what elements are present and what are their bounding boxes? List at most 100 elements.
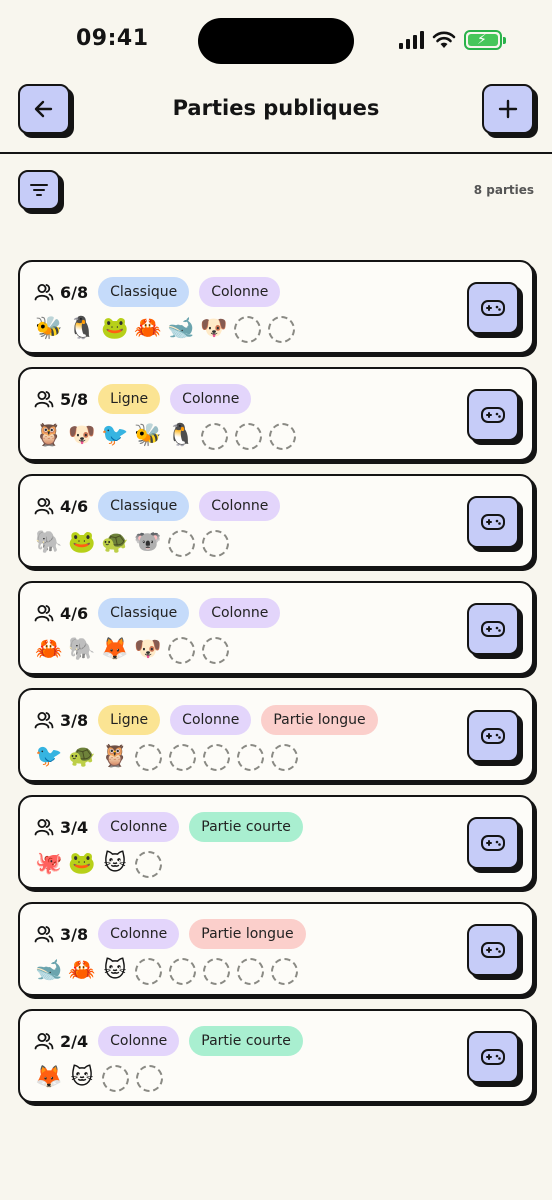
game-mode-tag: Ligne	[98, 384, 161, 414]
game-info-row: 4/6 Classique Colonne	[34, 597, 290, 629]
users-icon	[34, 284, 54, 301]
users-icon	[34, 605, 54, 622]
game-info-row: 6/8 Classique Colonne	[34, 276, 290, 308]
players-count-label: 5/8	[60, 389, 89, 409]
player-avatar-icon: 🐝	[134, 423, 162, 448]
empty-player-slot	[169, 743, 196, 771]
empty-player-slot	[136, 1064, 163, 1092]
users-icon	[34, 391, 54, 408]
player-avatar-icon: 🐦	[101, 423, 129, 448]
game-card[interactable]: 6/8 Classique Colonne 🐝 🐧 🐸 🦀 🐋 🐶	[18, 260, 534, 354]
gamepad-icon	[481, 1049, 505, 1065]
player-avatar-icon: 🦀	[134, 316, 162, 341]
player-avatar-icon: 🐱	[103, 851, 127, 876]
game-mode-tag: Colonne	[98, 812, 180, 842]
join-game-button[interactable]	[467, 282, 519, 334]
player-avatar-icon: 🐘	[35, 530, 63, 555]
game-info-row: 2/4 Colonne Partie courte	[34, 1025, 313, 1057]
gamepad-icon	[481, 942, 505, 958]
player-avatar-icon: 🐶	[200, 316, 228, 341]
add-game-button[interactable]	[482, 84, 534, 134]
join-game-button[interactable]	[467, 924, 519, 976]
players-count: 4/6	[34, 604, 88, 623]
empty-player-slot	[168, 636, 195, 664]
game-info-row: 3/8 Colonne Partie longue	[34, 918, 316, 950]
empty-player-slot	[271, 957, 298, 985]
players-count: 5/8	[34, 390, 88, 409]
game-mode-tag: Partie longue	[189, 919, 306, 949]
game-card[interactable]: 3/4 Colonne Partie courte 🐙 🐸 🐱	[18, 795, 534, 889]
game-info-row: 3/4 Colonne Partie courte	[34, 811, 313, 843]
game-mode-tag: Colonne	[199, 598, 281, 628]
game-card[interactable]: 3/8 Ligne Colonne Partie longue 🐦 🐢 🦉	[18, 688, 534, 782]
game-mode-tag: Ligne	[98, 705, 161, 735]
users-icon	[34, 498, 54, 515]
game-card[interactable]: 4/6 Classique Colonne 🐘 🐸 🐢 🐨	[18, 474, 534, 568]
join-game-button[interactable]	[467, 389, 519, 441]
empty-player-slot	[135, 743, 162, 771]
player-avatar-icon: 🦉	[35, 423, 63, 448]
status-time: 09:41	[76, 26, 149, 51]
players-count-label: 3/8	[60, 924, 89, 944]
game-mode-tag: Colonne	[98, 919, 180, 949]
players-count-label: 6/8	[60, 282, 89, 302]
player-avatar-icon: 🐱	[70, 1065, 94, 1090]
player-avatars-row: 🐘 🐸 🐢 🐨	[34, 528, 231, 558]
player-avatars-row: 🐋 🦀 🐱	[34, 956, 300, 986]
gamepad-icon	[481, 407, 505, 423]
gamepad-icon	[481, 835, 505, 851]
player-avatar-icon: 🐨	[134, 530, 162, 555]
gamepad-icon	[481, 300, 505, 316]
join-game-button[interactable]	[467, 817, 519, 869]
empty-player-slot	[237, 743, 264, 771]
player-avatar-icon: 🐶	[134, 637, 162, 662]
game-mode-tag: Colonne	[199, 277, 281, 307]
game-card[interactable]: 3/8 Colonne Partie longue 🐋 🦀 🐱	[18, 902, 534, 996]
empty-player-slot	[168, 529, 195, 557]
player-avatar-icon: 🐸	[101, 316, 129, 341]
players-count: 3/8	[34, 925, 88, 944]
players-count: 3/4	[34, 818, 88, 837]
player-avatars-row: 🦀 🐘 🦊 🐶	[34, 635, 231, 665]
player-avatars-row: 🦉 🐶 🐦 🐝 🐧	[34, 421, 298, 451]
join-game-button[interactable]	[467, 1031, 519, 1083]
game-card[interactable]: 2/4 Colonne Partie courte 🦊 🐱	[18, 1009, 534, 1103]
game-card[interactable]: 5/8 Ligne Colonne 🦉 🐶 🐦 🐝 🐧	[18, 367, 534, 461]
players-count: 4/6	[34, 497, 88, 516]
gamepad-icon	[481, 514, 505, 530]
game-mode-tag: Partie courte	[189, 1026, 303, 1056]
plus-icon	[498, 99, 518, 119]
empty-player-slot	[271, 743, 298, 771]
players-count: 3/8	[34, 711, 88, 730]
player-avatar-icon: 🐸	[68, 851, 96, 876]
empty-player-slot	[268, 315, 295, 343]
status-bar: 09:41 ⚡	[0, 0, 552, 80]
player-avatar-icon: 🐶	[68, 423, 96, 448]
users-icon	[34, 1033, 54, 1050]
users-icon	[34, 926, 54, 943]
players-count-label: 3/4	[60, 817, 89, 837]
game-mode-tag: Colonne	[98, 1026, 180, 1056]
empty-player-slot	[202, 636, 229, 664]
player-avatar-icon: 🐋	[35, 958, 63, 983]
filter-button[interactable]	[18, 170, 60, 210]
player-avatar-icon: 🐦	[35, 744, 63, 769]
empty-player-slot	[202, 529, 229, 557]
empty-player-slot	[269, 422, 296, 450]
player-avatar-icon: 🐧	[68, 316, 96, 341]
game-list: 6/8 Classique Colonne 🐝 🐧 🐸 🦀 🐋 🐶 5/8 Ligne Colonne…	[18, 260, 534, 1116]
game-mode-tag: Classique	[98, 277, 190, 307]
empty-player-slot	[203, 743, 230, 771]
join-game-button[interactable]	[467, 603, 519, 655]
game-info-row: 4/6 Classique Colonne	[34, 490, 290, 522]
game-mode-tag: Colonne	[199, 491, 281, 521]
gamepad-icon	[481, 728, 505, 744]
join-game-button[interactable]	[467, 496, 519, 548]
players-count: 2/4	[34, 1032, 88, 1051]
game-info-row: 3/8 Ligne Colonne Partie longue	[34, 704, 388, 736]
game-card[interactable]: 4/6 Classique Colonne 🦀 🐘 🦊 🐶	[18, 581, 534, 675]
game-mode-tag: Colonne	[170, 705, 252, 735]
player-avatar-icon: 🐧	[167, 423, 195, 448]
dynamic-island	[198, 18, 354, 64]
join-game-button[interactable]	[467, 710, 519, 762]
